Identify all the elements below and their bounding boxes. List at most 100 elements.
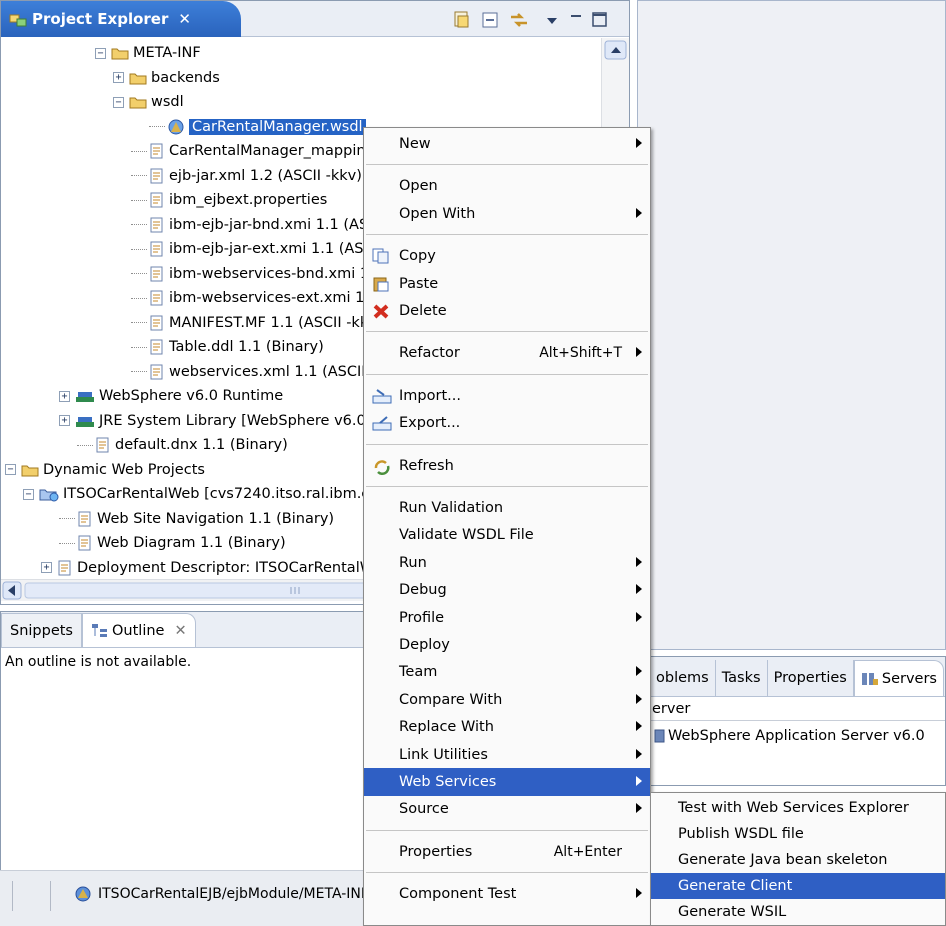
menu-item-team[interactable]: Team [364,658,650,686]
submenu-arrow-icon [636,748,642,759]
menu-item-source[interactable]: Source [364,795,650,823]
server-icon [654,729,665,743]
menu-item-properties[interactable]: Properties Alt+Enter [364,838,650,866]
minimize-icon[interactable] [566,9,586,29]
menu-item-run[interactable]: Run [364,549,650,577]
menu-separator [366,373,648,375]
menu-item-debug[interactable]: Debug [364,576,650,604]
link-with-editor-icon[interactable] [507,9,527,29]
menu-item-paste[interactable]: Paste [364,270,650,298]
tab-outline[interactable]: Outline ✕ [82,613,196,647]
menu-item-label: Deploy [399,637,450,653]
menu-item-delete[interactable]: Delete [364,297,650,325]
menu-item-refactor[interactable]: Refactor Alt+Shift+T [364,339,650,367]
tree-item[interactable]: − Dynamic Web Projects [5,458,205,482]
menu-item-component-test[interactable]: Component Test [364,880,650,908]
menu-item-label: Delete [399,303,447,319]
tree-item[interactable]: + backends [113,66,220,90]
menu-item-validate-wsdl-file[interactable]: Validate WSDL File [364,521,650,549]
submenu-arrow-icon [636,347,642,358]
file-icon [149,315,165,331]
menu-item-open-with[interactable]: Open With [364,200,650,228]
view-menu-icon[interactable] [541,9,561,29]
tab-properties[interactable]: Properties [768,660,854,696]
submenu-item-label: Test with Web Services Explorer [678,800,909,816]
submenu-item-publish-wsdl-file[interactable]: Publish WSDL file [651,821,945,847]
submenu-item-generate-client[interactable]: Generate Client [651,873,945,899]
collapse-icon[interactable]: − [95,47,106,59]
expand-icon[interactable]: + [113,72,124,83]
expand-icon[interactable]: + [59,390,70,402]
collapse-icon[interactable]: − [113,96,124,108]
tab-servers[interactable]: Servers [853,660,944,696]
menu-item-link-utilities[interactable]: Link Utilities [364,741,650,769]
menu-item-label: Run [399,554,427,571]
tree-item[interactable]: Web Site Navigation 1.1 (Binary) [59,507,334,531]
collapse-icon[interactable]: − [5,464,16,475]
expand-icon[interactable]: + [59,415,70,426]
menu-item-compare-with[interactable]: Compare With [364,686,650,714]
tree-connector [59,518,75,519]
menu-separator [366,443,648,445]
tree-item[interactable]: + JRE System Library [WebSphere v6.0 JRE] [59,409,400,433]
tree-item[interactable]: default.dnx 1.1 (Binary) [77,433,288,457]
folder-icon [111,45,129,61]
submenu-arrow-icon [636,584,642,595]
expand-icon[interactable]: + [41,562,52,573]
tree-item[interactable]: MANIFEST.MF 1.1 (ASCII -kkv) [131,311,382,335]
web-services-submenu: Test with Web Services Explorer Publish W… [650,792,946,926]
menu-item-new[interactable]: New [364,130,650,158]
tree-item[interactable]: CarRentalManager.wsdl [149,115,366,139]
maximize-icon[interactable] [589,9,609,29]
file-icon [149,217,165,233]
servers-view: oblems Tasks Properties Servers erver We… [649,656,946,786]
tree-item[interactable]: + WebSphere v6.0 Runtime [59,384,283,408]
tree-item[interactable]: − META-INF [95,41,201,65]
server-row[interactable]: WebSphere Application Server v6.0 [650,721,945,751]
tab-snippets[interactable]: Snippets [1,613,82,647]
file-icon [149,192,165,208]
tree-item[interactable]: Table.ddl 1.1 (Binary) [131,335,324,359]
submenu-arrow-icon [636,556,642,567]
menu-item-copy[interactable]: Copy [364,242,650,270]
tree-connector [131,150,147,152]
menu-item-web-services[interactable]: Web Services [364,768,650,796]
menu-item-profile[interactable]: Profile [364,604,650,632]
menu-item-replace-with[interactable]: Replace With [364,713,650,741]
tab-tasks[interactable]: Tasks [716,660,768,696]
tree-item[interactable]: − ITSOCarRentalWeb [cvs7240.itso.ral.ibm.… [23,482,398,506]
menu-item-refresh[interactable]: Refresh [364,452,650,480]
tree-item[interactable]: − wsdl [113,90,184,114]
menu-item-label: Export... [399,415,461,432]
menu-item-open[interactable]: Open [364,172,650,200]
tree-item-label: ITSOCarRentalWeb [cvs7240.itso.ral.ibm.c… [63,486,398,502]
collapse-icon[interactable] [479,9,499,29]
close-icon[interactable]: ✕ [174,623,186,639]
menu-item-export[interactable]: Export... [364,409,650,437]
tree-item[interactable]: ejb-jar.xml 1.2 (ASCII -kkv) [131,164,362,188]
menu-item-label: Open [399,178,438,195]
file-icon [149,168,165,184]
tree-item[interactable]: Web Diagram 1.1 (Binary) [59,531,286,555]
submenu-item-generate-wsil[interactable]: Generate WSIL [651,899,945,925]
tree-connector [131,322,147,323]
status-divider [50,881,51,911]
tree-item[interactable]: + Deployment Descriptor: ITSOCarRentalWeb [41,556,391,580]
menu-item-import[interactable]: Import... [364,382,650,410]
close-icon[interactable]: ✕ [178,10,191,28]
tab-project-explorer[interactable]: Project Explorer ✕ [1,1,241,37]
menu-item-run-validation[interactable]: Run Validation [364,494,650,522]
project-explorer-title: Project Explorer [32,10,169,28]
editor-area [637,0,946,650]
tab-problems[interactable]: oblems [650,660,716,696]
submenu-item-generate-java-bean-skeleton[interactable]: Generate Java bean skeleton [651,847,945,873]
file-icon [77,511,93,527]
collapse-icon[interactable]: − [23,488,34,500]
collapse-all-icon[interactable] [451,9,471,29]
submenu-item-test-with-web-services-explorer[interactable]: Test with Web Services Explorer [651,795,945,821]
copy-icon [372,248,390,264]
tree-item[interactable]: ibm_ejbext.properties [131,188,327,212]
submenu-arrow-icon [636,207,642,218]
tree-connector [59,542,75,544]
menu-item-deploy[interactable]: Deploy [364,631,650,659]
